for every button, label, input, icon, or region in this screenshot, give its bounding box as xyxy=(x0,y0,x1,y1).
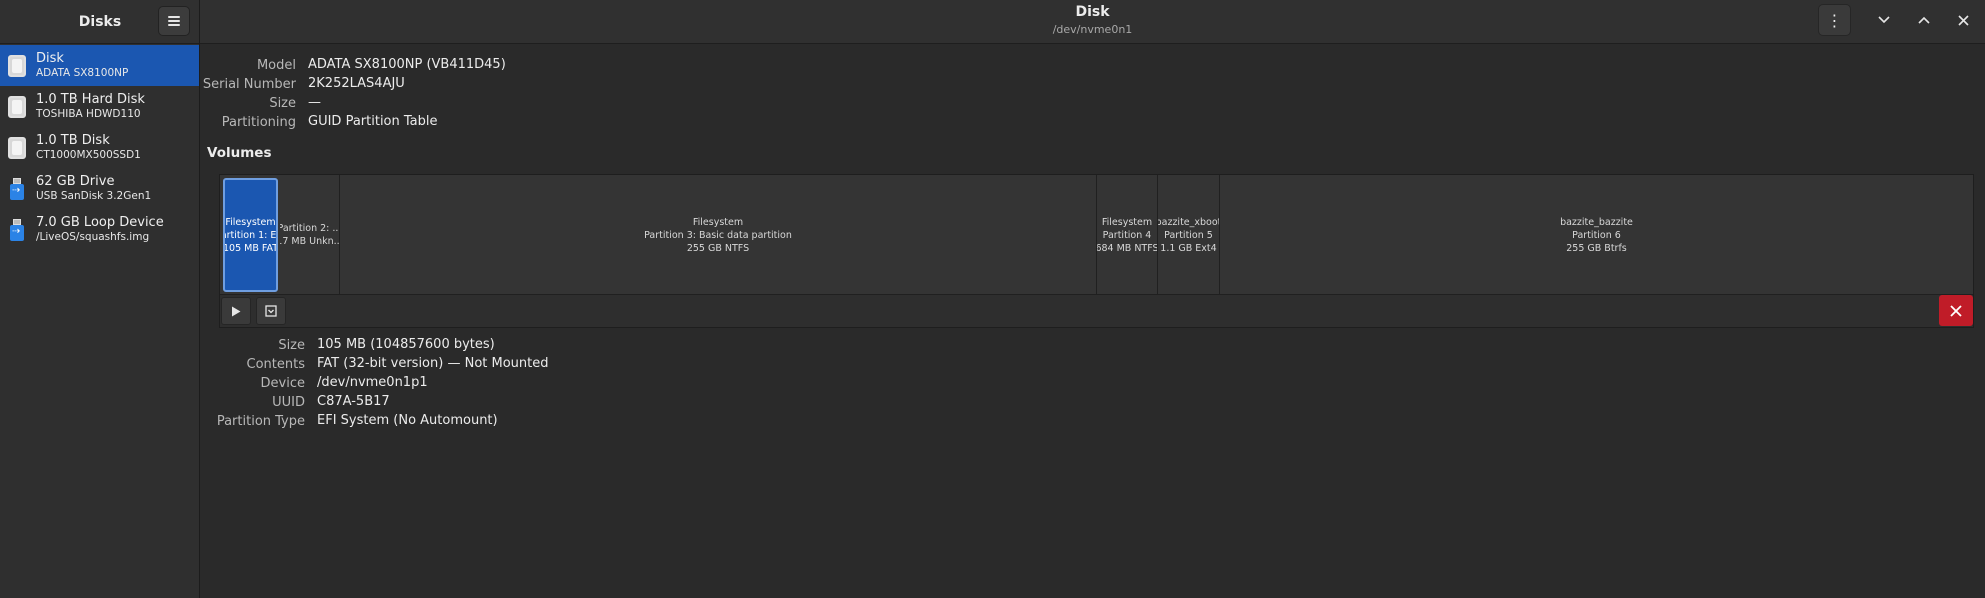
volumes-heading: Volumes xyxy=(207,145,272,161)
main-menu-button[interactable] xyxy=(158,6,190,36)
drive-options-button[interactable]: ⋮ xyxy=(1818,4,1851,36)
disk-name: 62 GB Drive xyxy=(36,173,115,189)
disk-name: 7.0 GB Loop Device xyxy=(36,214,164,230)
close-window-button[interactable] xyxy=(1951,8,1975,32)
partition-size: 105 MB FAT xyxy=(223,242,278,254)
partition-4[interactable]: Filesystem Partition 4 684 MB NTFS xyxy=(1097,175,1158,295)
window-subtitle: /dev/nvme0n1 xyxy=(1052,23,1133,36)
partition-5[interactable]: bazzite_xboot Partition 5 1.1 GB Ext4 xyxy=(1158,175,1220,295)
minimize-button[interactable] xyxy=(1872,8,1896,32)
disk-name: 1.0 TB Disk xyxy=(36,132,110,148)
uuid-label: UUID xyxy=(272,395,305,410)
partition-type-value: EFI System (No Automount) xyxy=(317,413,498,428)
partition-label: bazzite_bazzite xyxy=(1560,216,1633,228)
close-icon xyxy=(1950,304,1962,317)
size-label: Size xyxy=(269,96,296,111)
partition-name: Partition 2: ... xyxy=(280,223,340,234)
model-value: ADATA SX8100NP (VB411D45) xyxy=(308,57,506,72)
disk-model: /LiveOS/squashfs.img xyxy=(36,230,150,243)
header-bar: Disk /dev/nvme0n1 ⋮ xyxy=(200,0,1985,44)
partition-size: 255 GB Btrfs xyxy=(1566,242,1627,254)
volume-toolbar xyxy=(220,295,1973,327)
partition-type-label: Partition Type xyxy=(216,414,305,429)
uuid-value: C87A-5B17 xyxy=(317,394,390,409)
device-label: Device xyxy=(260,376,305,391)
hdd-icon xyxy=(8,136,26,159)
partitioning-label: Partitioning xyxy=(221,115,296,130)
partition-name: Partition 3: Basic data partition xyxy=(644,229,792,241)
hdd-icon xyxy=(8,95,26,118)
partitioning-value: GUID Partition Table xyxy=(308,114,438,129)
sidebar-item-loop-device[interactable]: 7.0 GB Loop Device /LiveOS/squashfs.img xyxy=(0,209,199,250)
close-icon xyxy=(1957,14,1969,26)
partition-label: bazzite_xboot xyxy=(1158,216,1220,228)
more-vertical-icon: ⋮ xyxy=(1826,10,1843,30)
partition-label: Filesystem xyxy=(1101,216,1153,228)
sidebar: Disks Disk ADATA SX8100NP 1.0 TB Hard Di… xyxy=(0,0,200,598)
volumes-graphic: Filesystem Partition 1: E... 105 MB FAT … xyxy=(219,174,1974,328)
partition-size: 17 MB Unkn... xyxy=(280,236,340,247)
sidebar-header: Disks xyxy=(0,0,199,44)
partition-name: Partition 4 xyxy=(1102,229,1152,241)
sidebar-item-ssd[interactable]: 1.0 TB Disk CT1000MX500SSD1 xyxy=(0,127,199,168)
partition-size-label: Size xyxy=(278,338,305,353)
contents-value: FAT (32-bit version) — Not Mounted xyxy=(317,356,549,371)
usb-drive-icon xyxy=(10,218,24,241)
partition-name: Partition 1: E... xyxy=(225,229,277,241)
disk-model: TOSHIBA HDWD110 xyxy=(36,107,141,120)
partition-label: Filesystem xyxy=(692,216,744,228)
delete-partition-button[interactable] xyxy=(1939,295,1973,326)
chevron-up-icon xyxy=(1918,16,1930,24)
partition-name: Partition 6 xyxy=(1572,229,1621,241)
sidebar-item-hard-disk[interactable]: 1.0 TB Hard Disk TOSHIBA HDWD110 xyxy=(0,86,199,127)
window-title: Disk xyxy=(1075,4,1110,20)
partition-size: 255 GB NTFS xyxy=(686,242,750,254)
partition-size: 684 MB NTFS xyxy=(1097,242,1158,254)
partition-3[interactable]: Filesystem Partition 3: Basic data parti… xyxy=(340,175,1097,295)
serial-label: Serial Number xyxy=(202,77,296,92)
partition-2[interactable]: Partition 2: ... 17 MB Unkn... xyxy=(280,175,340,295)
partition-size-value: 105 MB (104857600 bytes) xyxy=(317,337,495,352)
disk-model: CT1000MX500SSD1 xyxy=(36,148,141,161)
partition-label: Filesystem xyxy=(225,216,276,228)
contents-label: Contents xyxy=(246,357,305,372)
disk-name: 1.0 TB Hard Disk xyxy=(36,91,145,107)
usb-drive-icon xyxy=(10,177,24,200)
play-icon xyxy=(232,306,241,316)
disk-name: Disk xyxy=(36,50,64,66)
disk-model: ADATA SX8100NP xyxy=(36,66,129,79)
chevron-down-icon xyxy=(1878,16,1890,24)
maximize-button[interactable] xyxy=(1912,8,1936,32)
mount-button[interactable] xyxy=(221,297,251,325)
partition-name: Partition 5 xyxy=(1164,229,1213,241)
partition-1[interactable]: Filesystem Partition 1: E... 105 MB FAT xyxy=(223,178,278,292)
serial-value: 2K252LAS4AJU xyxy=(308,76,405,91)
device-value: /dev/nvme0n1p1 xyxy=(317,375,428,390)
disk-model: USB SanDisk 3.2Gen1 xyxy=(36,189,152,202)
model-label: Model xyxy=(256,58,296,73)
partition-bar: Filesystem Partition 1: E... 105 MB FAT … xyxy=(220,175,1973,295)
partition-6[interactable]: bazzite_bazzite Partition 6 255 GB Btrfs xyxy=(1220,175,1973,295)
gear-menu-icon xyxy=(265,305,277,317)
size-value: — xyxy=(308,95,321,110)
sidebar-item-usb-drive[interactable]: 62 GB Drive USB SanDisk 3.2Gen1 xyxy=(0,168,199,209)
sidebar-item-disk[interactable]: Disk ADATA SX8100NP xyxy=(0,45,199,86)
hamburger-icon xyxy=(168,16,180,26)
hdd-icon xyxy=(8,54,26,77)
partition-size: 1.1 GB Ext4 xyxy=(1160,242,1217,254)
partition-options-button[interactable] xyxy=(256,297,286,325)
